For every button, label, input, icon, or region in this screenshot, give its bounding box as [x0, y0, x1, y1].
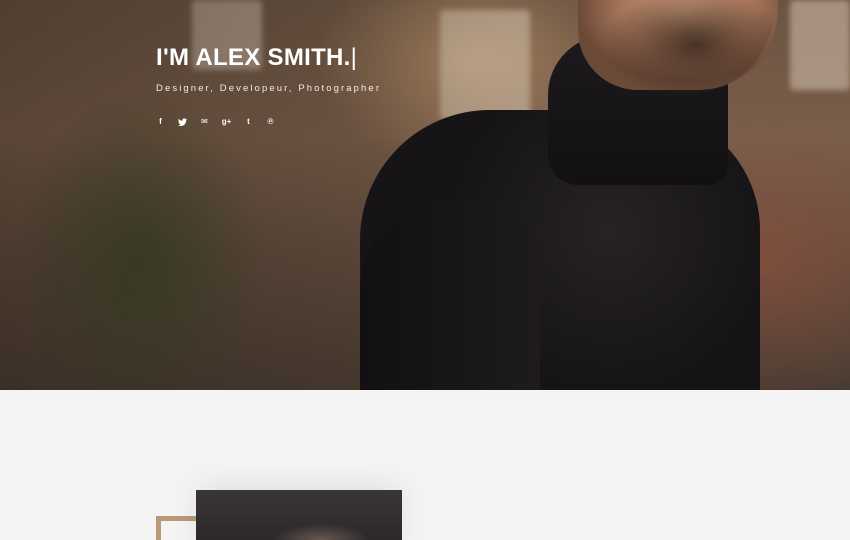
hero-section: I'M ALEX SMITH.| Designer, Developeur, P… — [0, 0, 850, 390]
typing-cursor: | — [350, 44, 358, 71]
twitter-icon[interactable] — [178, 117, 187, 126]
social-links: f ✉ g+ t ℗ — [156, 117, 381, 126]
photo-detail — [266, 520, 376, 540]
person-arm — [360, 200, 540, 390]
tumblr-icon[interactable]: t — [244, 117, 253, 126]
hero-content: I'M ALEX SMITH.| Designer, Developeur, P… — [156, 44, 381, 126]
hero-title-text: I'M ALEX SMITH. — [156, 44, 351, 71]
about-section — [0, 390, 850, 540]
hero-subtitle: Designer, Developeur, Photographer — [156, 83, 382, 94]
mail-icon[interactable]: ✉ — [200, 117, 209, 126]
about-text — [448, 528, 850, 540]
pinterest-icon[interactable]: ℗ — [266, 117, 275, 126]
about-photo — [196, 490, 402, 540]
hero-title: I'M ALEX SMITH.| — [156, 44, 381, 72]
google-plus-icon[interactable]: g+ — [222, 117, 232, 126]
facebook-icon[interactable]: f — [156, 117, 165, 126]
